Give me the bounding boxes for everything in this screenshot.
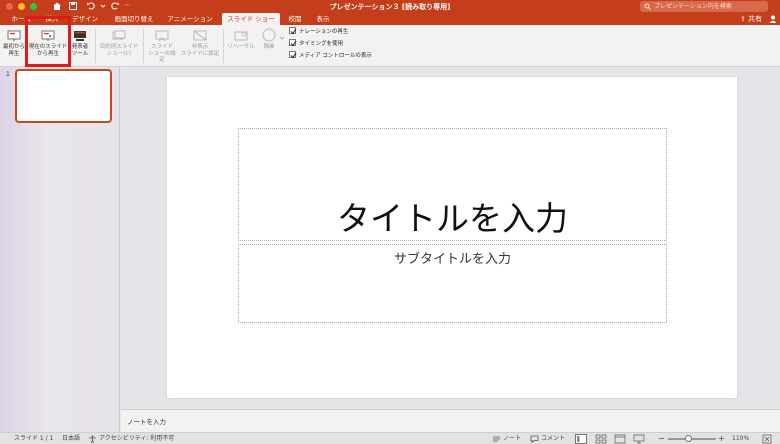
chevron-down-icon[interactable] — [279, 35, 285, 41]
tab-transitions[interactable]: 画面切り替え — [110, 13, 158, 25]
custom-show-button[interactable]: 目的別スライド ショー(C) — [98, 25, 140, 67]
custom-show-line2: ショー(C) — [106, 50, 132, 57]
play-from-beginning-button[interactable]: 最初から 再生 — [2, 25, 26, 67]
subtitle-placeholder[interactable]: サブタイトルを入力 — [238, 244, 667, 323]
accessibility-status[interactable]: アクセシビリティ: 利用不可 — [99, 433, 174, 444]
presenter-view-button[interactable]: 発表者 ツール — [68, 25, 92, 67]
rehearse-label: リハーサル — [227, 44, 255, 50]
rehearse-icon — [234, 31, 248, 41]
comment-icon — [530, 435, 539, 443]
slide-canvas[interactable]: タイトルを入力 サブタイトルを入力 — [167, 77, 737, 398]
title-placeholder[interactable]: タイトルを入力 — [238, 128, 667, 241]
setup-slideshow-line2: ショーの設定 — [148, 50, 176, 64]
show-media-controls-label: メディア コントロールの表示 — [299, 53, 372, 59]
presenter-view-line1: 発表者 — [71, 44, 89, 50]
ribbon-divider — [95, 29, 96, 63]
presenter-icon — [74, 31, 86, 41]
search-placeholder: プレゼンテーション内を検索 — [654, 3, 732, 10]
slide-number: 1 — [6, 71, 10, 78]
use-timings-checkbox[interactable]: タイミングを使用 — [289, 39, 344, 49]
slideshow-start-icon — [7, 30, 21, 41]
zoom-slider[interactable] — [668, 438, 716, 440]
fit-to-window-icon[interactable] — [762, 434, 772, 444]
play-from-beginning-line2: 再生 — [8, 50, 20, 57]
user-icon[interactable] — [768, 14, 778, 24]
zoom-slider-handle[interactable] — [685, 435, 692, 442]
language[interactable]: 日本語 — [62, 433, 80, 444]
play-from-beginning-line1: 最初から — [2, 44, 25, 50]
notes-toggle[interactable]: ノート — [503, 433, 521, 444]
rehearse-button[interactable]: リハーサル — [226, 25, 256, 67]
play-narration-label: ナレーションの再生 — [299, 29, 349, 35]
share-label: 共有 — [748, 15, 762, 23]
hide-slide-icon — [193, 30, 207, 41]
use-timings-label: タイミングを使用 — [299, 41, 344, 47]
presenter-view-line2: ツール — [71, 50, 89, 57]
zoom-in-button[interactable]: + — [718, 433, 725, 444]
tab-design[interactable]: デザイン — [66, 13, 104, 25]
tab-animations[interactable]: アニメーション — [162, 13, 218, 25]
zoom-level[interactable]: 110% — [732, 433, 749, 444]
accessibility-icon — [89, 435, 96, 443]
tab-view[interactable]: 表示 — [312, 13, 334, 25]
checkbox-icon — [289, 39, 297, 47]
tab-review[interactable]: 校閲 — [284, 13, 306, 25]
notes-placeholder: ノートを入力 — [127, 418, 166, 426]
ribbon-divider — [143, 29, 144, 63]
highlight-annotation — [25, 16, 71, 67]
setup-icon — [155, 30, 169, 42]
record-label: 録画 — [263, 44, 275, 50]
search-icon — [644, 3, 651, 10]
custom-show-line1: 目的別スライド — [99, 44, 139, 50]
comments-toggle[interactable]: コメント — [541, 433, 565, 444]
tab-slideshow[interactable]: スライド ショー — [222, 13, 280, 25]
zoom-out-button[interactable]: − — [658, 433, 665, 444]
title-placeholder-text: タイトルを入力 — [337, 199, 568, 238]
ribbon-toolbar: 最初から 再生 現在のスライド から再生 発表者 ツール 目的別スライド ショー… — [0, 25, 780, 67]
checkbox-icon — [289, 27, 297, 35]
share-icon: ⇪ — [739, 15, 746, 23]
share-button[interactable]: ⇪ 共有 — [740, 13, 762, 25]
slide-editor-area: タイトルを入力 サブタイトルを入力 — [121, 67, 780, 409]
hide-slide-line2: スライドに設定 — [180, 50, 220, 57]
notes-icon — [493, 436, 500, 442]
play-narration-checkbox[interactable]: ナレーションの再生 — [289, 27, 349, 37]
custom-show-icon — [112, 30, 126, 40]
show-media-controls-checkbox[interactable]: メディア コントロールの表示 — [289, 51, 372, 61]
title-bar: ⋯ プレゼンテーション３ [読み取り専用] プレゼンテーション内を検索 — [0, 0, 780, 13]
ribbon-divider — [223, 29, 224, 63]
status-bar: スライド 1 / 1 日本語 アクセシビリティ: 利用不可 ノート コメント −… — [0, 432, 780, 444]
slide-thumbnails-panel: 1 — [0, 67, 120, 432]
setup-slideshow-line1: スライド — [150, 44, 173, 50]
normal-view-icon[interactable] — [575, 434, 587, 444]
reading-view-icon[interactable] — [614, 434, 626, 444]
slideshow-view-icon[interactable] — [633, 434, 645, 444]
ribbon-tabs: ホーム 挿入 デザイン 画面切り替え アニメーション スライド ショー 校閲 表… — [0, 13, 780, 25]
slide-sorter-icon[interactable] — [595, 434, 607, 444]
slide-position: スライド 1 / 1 — [14, 435, 54, 442]
hide-slide-line1: 非表示 — [191, 44, 209, 50]
record-button[interactable]: 録画 — [258, 25, 280, 67]
setup-slideshow-button[interactable]: スライド ショーの設定 — [146, 25, 178, 67]
subtitle-placeholder-text: サブタイトルを入力 — [393, 252, 511, 267]
hide-slide-button[interactable]: 非表示 スライドに設定 — [180, 25, 220, 67]
slide-thumbnail[interactable] — [15, 69, 112, 123]
notes-pane[interactable]: ノートを入力 — [121, 409, 780, 432]
record-icon — [262, 28, 276, 42]
checkbox-icon — [289, 51, 297, 59]
search-input[interactable]: プレゼンテーション内を検索 — [640, 1, 768, 12]
